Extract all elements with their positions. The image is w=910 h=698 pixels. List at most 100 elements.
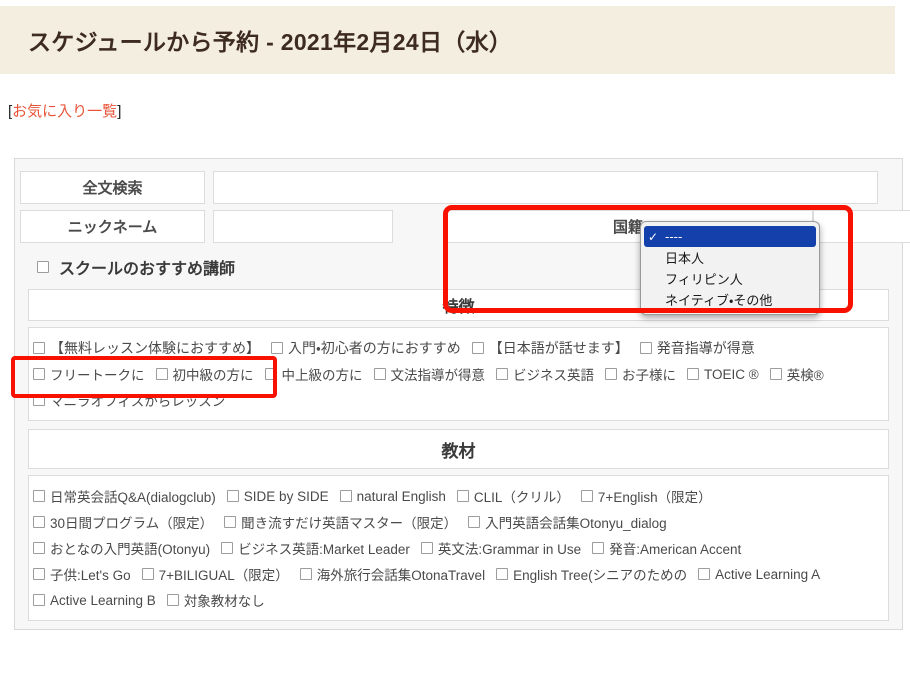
- feature-manila-office-label: マニラオフィスからレッスン: [50, 394, 226, 409]
- material-side-by-side-label: SIDE by SIDE: [243, 488, 329, 504]
- material-listening-master-checkbox[interactable]: [224, 516, 237, 528]
- feature-free-trial-label: 【無料レッスン体験におすすめ】: [50, 340, 260, 356]
- feature-beginner-label: 入門・初心者の方におすすめ: [288, 340, 461, 356]
- material-otona-travel-label: 海外旅行会話集OtonaTravel: [316, 568, 486, 583]
- feature-free-talk-label: フリートークに: [50, 368, 145, 383]
- material-otona-travel[interactable]: 海外旅行会話集OtonaTravel: [299, 564, 486, 584]
- material-natural-english[interactable]: natural English: [339, 489, 446, 504]
- feature-free-talk-checkbox[interactable]: [33, 368, 45, 380]
- feature-free-trial-checkbox[interactable]: [33, 342, 45, 354]
- fulltext-search-input[interactable]: [213, 171, 878, 204]
- nationality-select-wrap: ▼: [813, 210, 910, 243]
- nationality-option-filipino[interactable]: フィリピン人: [644, 268, 816, 289]
- material-30day-program-checkbox[interactable]: [33, 516, 45, 528]
- material-7plus-biligual[interactable]: 7+BILIGUAL（限定）: [141, 564, 289, 584]
- nationality-option-native-other[interactable]: ネイティブ・その他: [644, 289, 816, 310]
- material-side-by-side-checkbox[interactable]: [226, 490, 239, 502]
- nationality-option-blank[interactable]: ✓ ----: [644, 226, 816, 247]
- material-grammar-in-use[interactable]: 英文法:Grammar in Use: [420, 538, 581, 558]
- favorites-close-bracket: ]: [117, 103, 122, 120]
- feature-pronunciation-checkbox[interactable]: [639, 342, 652, 354]
- page-title: スケジュールから予約 - 2021年2月24日（水）: [28, 29, 513, 55]
- material-market-leader-checkbox[interactable]: [221, 542, 234, 554]
- feature-free-talk[interactable]: フリートークに: [33, 364, 145, 384]
- feature-toeic[interactable]: TOEIC ®: [687, 367, 759, 382]
- feature-business-english[interactable]: ビジネス英語: [496, 364, 594, 384]
- material-market-leader-label: ビジネス英語:Market Leader: [238, 542, 410, 557]
- material-active-learning-b-checkbox[interactable]: [33, 594, 45, 606]
- feature-lower-intermediate[interactable]: 初中級の方に: [155, 364, 254, 384]
- feature-manila-office[interactable]: マニラオフィスからレッスン: [33, 390, 225, 410]
- feature-speaks-japanese[interactable]: 【日本語が話せます】: [471, 338, 629, 358]
- feature-grammar[interactable]: 文法指導が得意: [373, 364, 486, 384]
- material-listening-master[interactable]: 聞き流すだけ英語マスター（限定）: [224, 512, 457, 532]
- feature-upper-intermediate-label: 中上級の方に: [281, 368, 363, 383]
- material-none[interactable]: 対象教材なし: [166, 590, 265, 610]
- material-30day-program[interactable]: 30日間プログラム（限定）: [33, 512, 213, 532]
- feature-pronunciation[interactable]: 発音指導が得意: [639, 338, 755, 358]
- material-otonyu-dialog[interactable]: 入門英語会話集Otonyu_dialog: [468, 512, 667, 532]
- feature-kids-checkbox[interactable]: [605, 368, 617, 380]
- material-active-learning-a[interactable]: Active Learning A: [698, 567, 820, 582]
- feature-toeic-label: TOEIC ®: [704, 366, 759, 382]
- favorites-line: [お気に入り一覧]: [8, 100, 910, 121]
- material-lets-go[interactable]: 子供:Let's Go: [33, 564, 131, 584]
- material-active-learning-b[interactable]: Active Learning B: [33, 593, 156, 608]
- feature-kids-label: お子様に: [622, 368, 676, 383]
- nationality-option-japanese[interactable]: 日本人: [644, 247, 816, 268]
- features-row-1: 【無料レッスン体験におすすめ】 入門・初心者の方におすすめ 【日本語が話せます】…: [33, 335, 884, 361]
- school-recommended-checkbox[interactable]: [37, 261, 49, 273]
- material-active-learning-a-checkbox[interactable]: [698, 568, 711, 580]
- materials-row-5: Active Learning B 対象教材なし: [33, 587, 884, 613]
- features-row-3: マニラオフィスからレッスン: [33, 387, 884, 413]
- feature-free-trial[interactable]: 【無料レッスン体験におすすめ】: [33, 338, 260, 358]
- nickname-input[interactable]: [213, 210, 393, 243]
- material-side-by-side[interactable]: SIDE by SIDE: [226, 488, 329, 504]
- feature-eiken-checkbox[interactable]: [769, 368, 782, 380]
- material-american-accent[interactable]: 発音:American Accent: [592, 538, 741, 558]
- material-active-learning-b-label: Active Learning B: [50, 592, 156, 608]
- feature-beginner[interactable]: 入門・初心者の方におすすめ: [271, 338, 461, 358]
- favorites-list-link[interactable]: お気に入り一覧: [12, 103, 117, 120]
- feature-business-english-checkbox[interactable]: [496, 368, 508, 380]
- material-otonyu-dialog-checkbox[interactable]: [468, 516, 481, 528]
- nationality-select[interactable]: ▼: [813, 210, 910, 243]
- material-grammar-in-use-checkbox[interactable]: [420, 542, 433, 554]
- feature-grammar-checkbox[interactable]: [373, 368, 386, 380]
- feature-manila-office-checkbox[interactable]: [33, 394, 45, 406]
- nationality-option-blank-label: ----: [665, 229, 683, 244]
- feature-business-english-label: ビジネス英語: [513, 368, 594, 383]
- material-7plus-biligual-checkbox[interactable]: [141, 568, 154, 580]
- nationality-option-filipino-label: フィリピン人: [665, 272, 743, 287]
- material-30day-program-label: 30日間プログラム（限定）: [50, 516, 214, 531]
- material-market-leader[interactable]: ビジネス英語:Market Leader: [221, 538, 410, 558]
- material-7plus-english-checkbox[interactable]: [580, 490, 593, 502]
- feature-upper-intermediate[interactable]: 中上級の方に: [264, 364, 363, 384]
- material-clil[interactable]: CLIL（クリル）: [456, 486, 570, 506]
- material-dialogclub[interactable]: 日常英会話Q&A(dialogclub): [33, 486, 216, 506]
- feature-upper-intermediate-checkbox[interactable]: [264, 368, 277, 380]
- material-dialogclub-label: 日常英会話Q&A(dialogclub): [50, 490, 216, 505]
- material-natural-english-checkbox[interactable]: [339, 490, 352, 502]
- nationality-dropdown-menu[interactable]: ✓ ---- 日本人 フィリピン人 ネイティブ・その他: [640, 221, 820, 315]
- material-otona-travel-checkbox[interactable]: [299, 568, 312, 580]
- feature-eiken[interactable]: 英検®: [769, 364, 824, 384]
- material-lets-go-checkbox[interactable]: [33, 568, 45, 580]
- feature-beginner-checkbox[interactable]: [271, 342, 283, 354]
- material-english-tree[interactable]: English Tree(シニアのための: [496, 564, 687, 584]
- material-american-accent-checkbox[interactable]: [592, 542, 605, 554]
- school-recommended-label: スクールのおすすめ講師: [59, 261, 236, 278]
- material-english-tree-checkbox[interactable]: [496, 568, 509, 580]
- feature-kids[interactable]: お子様に: [605, 364, 676, 384]
- feature-speaks-japanese-checkbox[interactable]: [471, 342, 484, 354]
- feature-toeic-checkbox[interactable]: [687, 368, 699, 380]
- material-otona-beginner[interactable]: おとなの入門英語(Otonyu): [33, 538, 210, 558]
- feature-pronunciation-label: 発音指導が得意: [656, 340, 755, 356]
- material-dialogclub-checkbox[interactable]: [33, 490, 45, 502]
- feature-lower-intermediate-checkbox[interactable]: [155, 368, 168, 380]
- material-clil-checkbox[interactable]: [456, 490, 469, 502]
- material-none-checkbox[interactable]: [166, 594, 179, 606]
- material-otona-beginner-checkbox[interactable]: [33, 542, 45, 554]
- material-7plus-english[interactable]: 7+English（限定）: [580, 486, 712, 506]
- feature-grammar-label: 文法指導が得意: [390, 368, 486, 383]
